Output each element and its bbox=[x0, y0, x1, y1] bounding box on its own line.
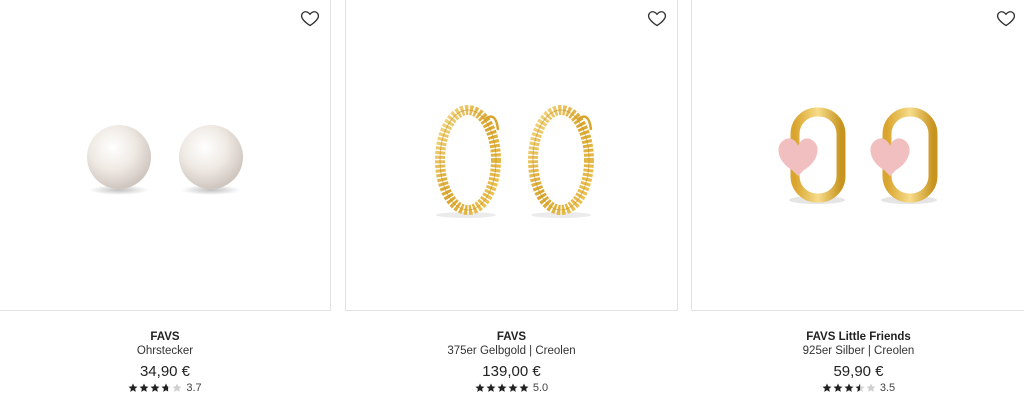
product-description: 375er Gelbgold | Creolen bbox=[447, 345, 576, 357]
product-grid: FAVS Ohrstecker 34,90 € 3.7 FAVS 375er G… bbox=[0, 0, 1024, 410]
product-brand: FAVS bbox=[150, 331, 180, 343]
star-half-icon bbox=[161, 383, 171, 392]
wishlist-heart-icon[interactable] bbox=[300, 8, 320, 28]
rating-value: 3.7 bbox=[186, 382, 202, 394]
heart-huggie-earrings-image bbox=[778, 107, 938, 204]
product-card[interactable]: FAVS 375er Gelbgold | Creolen 139,00 € 5… bbox=[345, 0, 678, 410]
star-full-icon bbox=[519, 383, 529, 392]
product-price: 34,90 € bbox=[139, 363, 191, 380]
gold-hoop-earrings-image bbox=[435, 105, 594, 218]
product-image-box[interactable] bbox=[691, 0, 1024, 311]
star-full-icon bbox=[150, 383, 160, 392]
star-full-icon bbox=[833, 383, 843, 392]
star-half-icon bbox=[855, 383, 865, 392]
product-brand: FAVS bbox=[496, 331, 527, 343]
product-image-box[interactable] bbox=[345, 0, 678, 311]
product-rating: 3.7 bbox=[0, 382, 331, 394]
star-full-icon bbox=[497, 383, 507, 392]
rating-stars bbox=[475, 383, 529, 393]
star-full-icon bbox=[486, 383, 496, 392]
rating-value: 5.0 bbox=[532, 382, 549, 394]
product-brand: FAVS Little Friends bbox=[806, 331, 911, 343]
rating-value: 3.5 bbox=[879, 382, 896, 394]
star-full-icon bbox=[139, 383, 149, 392]
star-empty-icon bbox=[866, 383, 876, 392]
product-price: 59,90 € bbox=[833, 363, 884, 380]
product-image-box[interactable] bbox=[0, 0, 331, 311]
product-rating: 3.5 bbox=[691, 382, 1024, 394]
pearl-stud-earrings-image bbox=[87, 125, 243, 195]
product-info: FAVS Ohrstecker 34,90 € 3.7 bbox=[0, 330, 331, 394]
product-price: 139,00 € bbox=[482, 363, 541, 380]
product-card[interactable]: FAVS Little Friends 925er Silber | Creol… bbox=[691, 0, 1024, 410]
wishlist-heart-icon[interactable] bbox=[647, 8, 667, 28]
product-card[interactable]: FAVS Ohrstecker 34,90 € 3.7 bbox=[0, 0, 331, 410]
rating-stars bbox=[822, 383, 876, 393]
rating-stars bbox=[128, 383, 182, 393]
star-empty-icon bbox=[172, 383, 182, 392]
wishlist-heart-icon[interactable] bbox=[996, 8, 1016, 28]
product-info: FAVS 375er Gelbgold | Creolen 139,00 € 5… bbox=[345, 330, 678, 394]
star-full-icon bbox=[822, 383, 832, 392]
star-full-icon bbox=[475, 383, 485, 392]
star-full-icon bbox=[128, 383, 138, 392]
product-description: 925er Silber | Creolen bbox=[802, 345, 915, 357]
star-full-icon bbox=[844, 383, 854, 392]
product-rating: 5.0 bbox=[345, 382, 678, 394]
product-description: Ohrstecker bbox=[136, 345, 194, 357]
product-info: FAVS Little Friends 925er Silber | Creol… bbox=[691, 330, 1024, 394]
star-full-icon bbox=[508, 383, 518, 392]
